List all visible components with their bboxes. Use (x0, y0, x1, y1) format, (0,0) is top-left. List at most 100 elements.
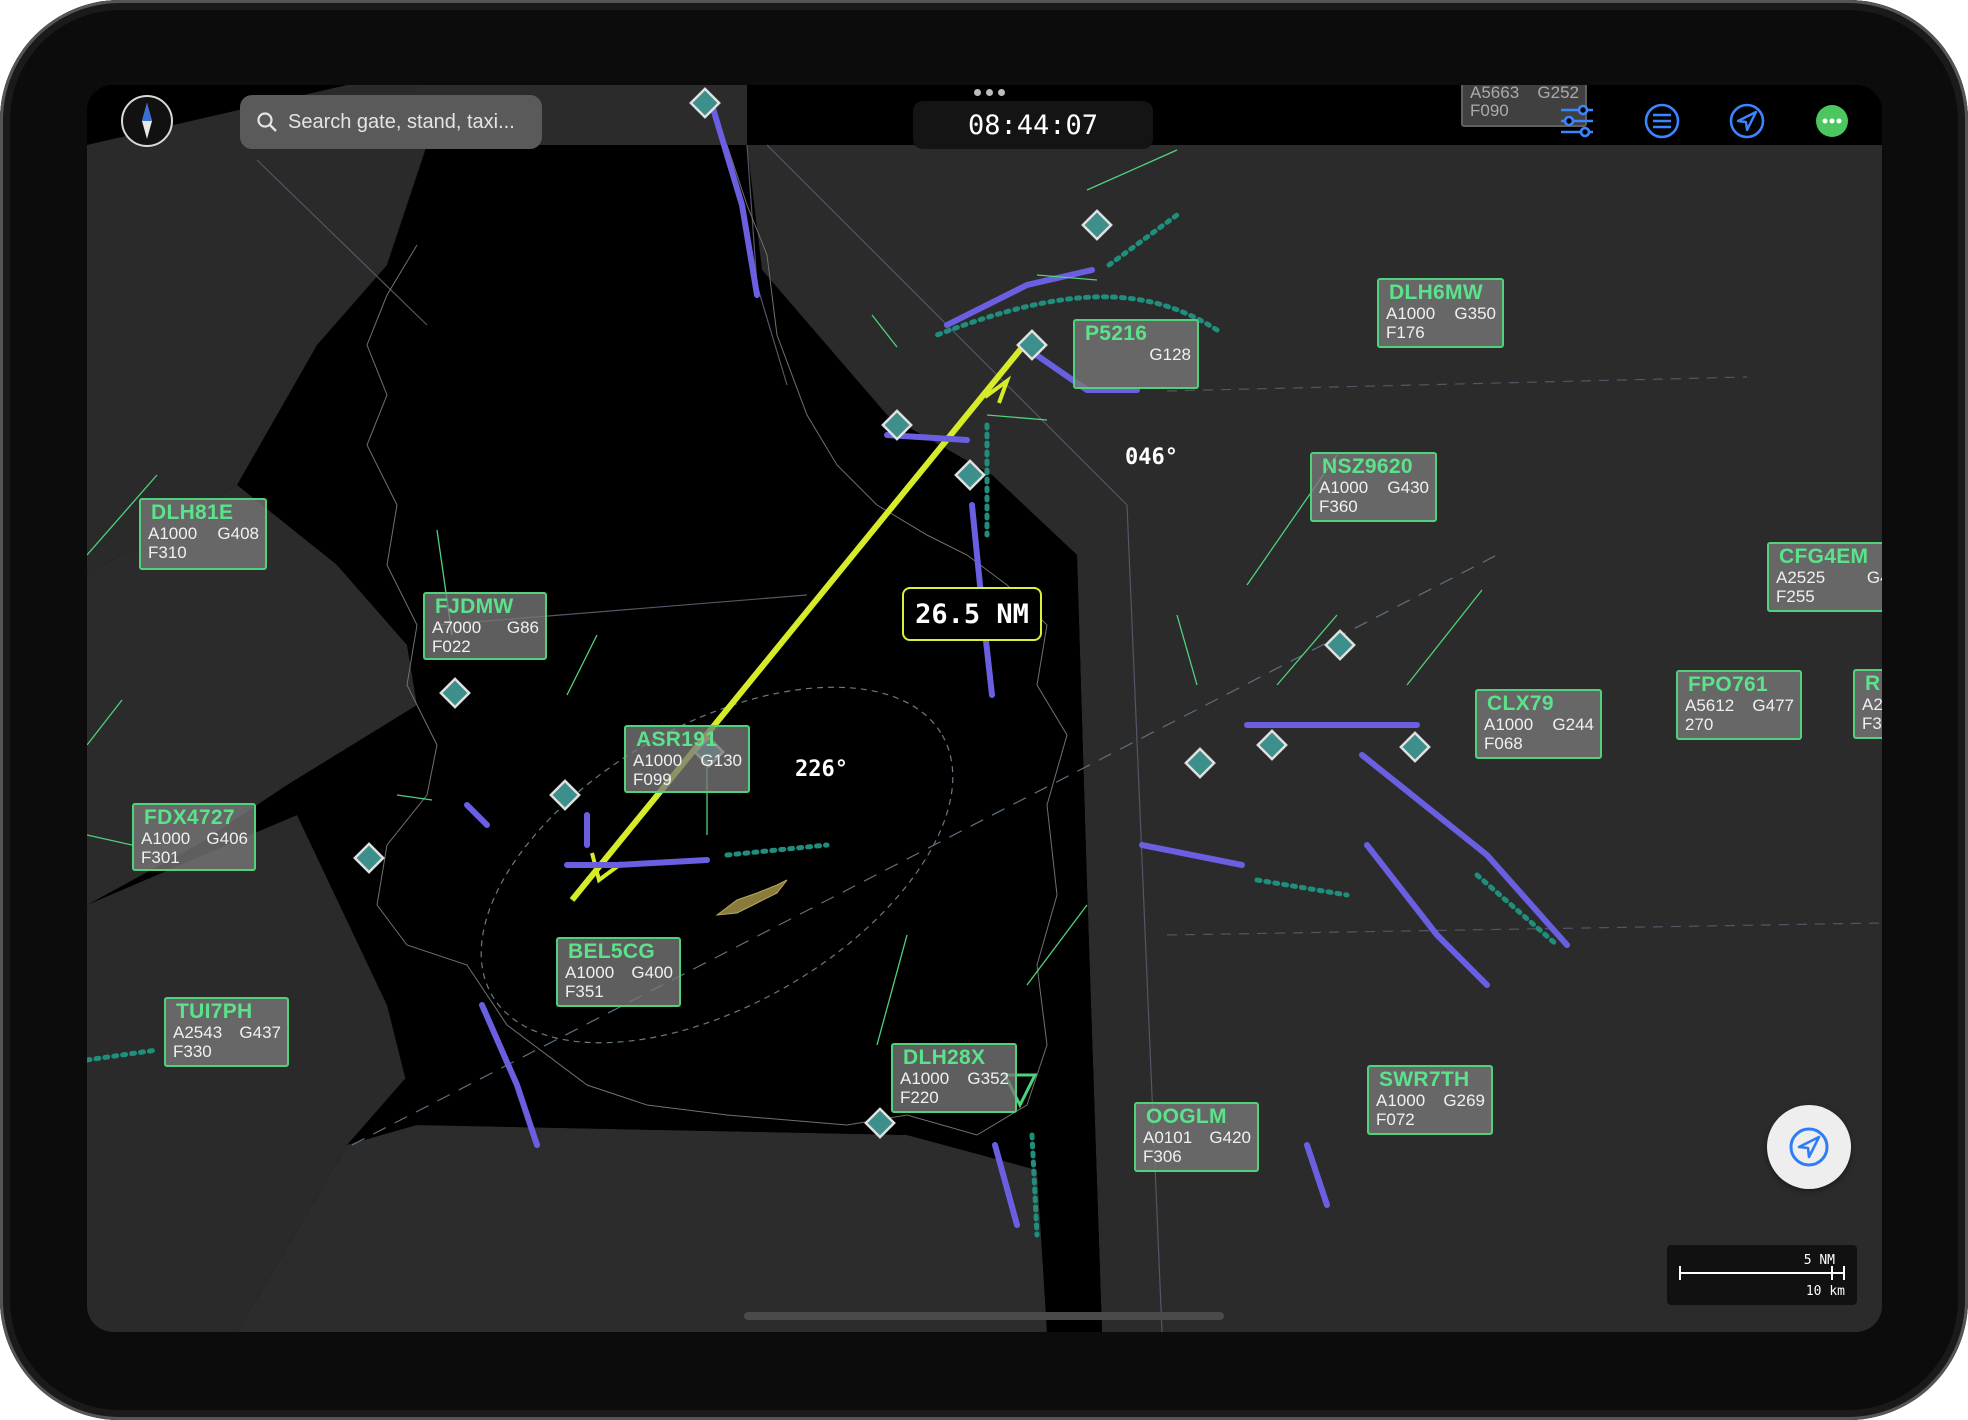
search-placeholder: Search gate, stand, taxi... (288, 110, 515, 133)
gate: G437 (239, 1023, 281, 1042)
flight-level: F220 (900, 1088, 939, 1107)
flight-level: 270 (1685, 715, 1714, 734)
altitude: A1000 (1484, 715, 1534, 734)
flight-level: F176 (1386, 323, 1425, 342)
gate: G130 (700, 751, 742, 770)
gate: G352 (967, 1069, 1009, 1088)
gate: G400 (631, 963, 673, 982)
altitude: A2543 (173, 1023, 223, 1042)
gate: G350 (1454, 304, 1496, 323)
flight-level: F360 (1319, 497, 1358, 516)
location-arrow-icon[interactable] (1725, 99, 1769, 143)
gate: G128 (1149, 345, 1191, 364)
gate: G430 (1387, 478, 1429, 497)
altitude: A1000 (900, 1069, 950, 1088)
aircraft-tag-p5216[interactable]: P5216 G128 (1073, 319, 1199, 389)
gate: G477 (1752, 696, 1794, 715)
callsign: FJDMW (435, 595, 514, 618)
gate: G269 (1443, 1091, 1485, 1110)
altitude: A2525 (1776, 568, 1826, 587)
callsign: FDX4727 (144, 806, 235, 829)
callsign: NSZ9620 (1322, 455, 1413, 478)
home-indicator[interactable] (744, 1312, 1224, 1320)
callsign: OOGLM (1146, 1105, 1227, 1128)
altitude: A1000 (141, 829, 191, 848)
gate: G86 (506, 618, 539, 637)
gate: G40 (1866, 568, 1882, 587)
callsign: ASR191 (636, 728, 718, 751)
radar-map[interactable] (87, 85, 1882, 1332)
flight-level: F3 (1862, 714, 1882, 733)
location-arrow-icon (1789, 1127, 1829, 1167)
flight-level: F255 (1776, 587, 1815, 606)
aircraft-tag-tui7ph[interactable]: TUI7PH A2543 G437 F330 (164, 997, 289, 1067)
filter-sliders-icon[interactable] (1555, 99, 1599, 143)
altitude: A1000 (565, 963, 615, 982)
aircraft-tag-nsz9620[interactable]: NSZ9620 A1000 G430 F360 (1310, 452, 1437, 522)
altitude: A1000 (1386, 304, 1436, 323)
flight-level: F310 (148, 543, 187, 562)
top-toolbar: Search gate, stand, taxi... 08:44:07 (87, 85, 1882, 161)
airspace-south (237, 1125, 1047, 1332)
gate: G406 (206, 829, 248, 848)
aircraft-tag-r-partial[interactable]: R A2 F3 (1853, 669, 1882, 739)
altitude: A5612 (1685, 696, 1735, 715)
flight-level: F330 (173, 1042, 212, 1061)
callsign: CLX79 (1487, 692, 1554, 715)
list-icon[interactable] (1640, 99, 1684, 143)
callsign: DLH81E (151, 501, 234, 524)
flight-level: F022 (432, 637, 471, 656)
compass-icon (142, 103, 152, 139)
altitude: A2 (1862, 695, 1882, 714)
multitask-dots[interactable] (969, 89, 1009, 101)
flight-level: F351 (565, 982, 604, 1001)
altitude: A1000 (1319, 478, 1369, 497)
altitude: A1000 (633, 751, 683, 770)
callsign: DLH28X (903, 1046, 986, 1069)
flight-level: F068 (1484, 734, 1523, 753)
screen: DLH81E A1000 G408 F310 FJDMW A7000 G86 F… (87, 85, 1882, 1332)
compass-button[interactable] (121, 95, 173, 147)
aircraft-tag-dlh28x[interactable]: DLH28X A1000 G352 F220 (891, 1043, 1017, 1113)
aircraft-tag-bel5cg[interactable]: BEL5CG A1000 G400 F351 (556, 937, 681, 1007)
search-icon (257, 112, 277, 132)
aircraft-tag-dlh81e[interactable]: DLH81E A1000 G408 F310 (139, 498, 267, 570)
flight-level: F301 (141, 848, 180, 867)
gate: G244 (1552, 715, 1594, 734)
flight-level: F099 (633, 770, 672, 789)
recenter-button[interactable] (1767, 1105, 1851, 1189)
callsign: BEL5CG (568, 940, 655, 963)
bearing-back-label: 226° (795, 757, 848, 782)
callsign: SWR7TH (1379, 1068, 1470, 1091)
callsign: TUI7PH (176, 1000, 253, 1023)
flight-level: F306 (1143, 1147, 1182, 1166)
aircraft-tag-clx79[interactable]: CLX79 A1000 G244 F068 (1475, 689, 1602, 759)
search-input[interactable]: Search gate, stand, taxi... (240, 95, 542, 149)
gate: G420 (1209, 1128, 1251, 1147)
aircraft-tag-fdx4727[interactable]: FDX4727 A1000 G406 F301 (132, 803, 256, 871)
distance-label: 26.5 NM (902, 587, 1042, 641)
map-scale: 5 NM 10 km (1667, 1245, 1857, 1305)
gate: G408 (217, 524, 259, 543)
aircraft-tag-asr191[interactable]: ASR191 A1000 G130 F099 (624, 725, 750, 793)
callsign: R (1865, 672, 1881, 695)
aircraft-tag-swr7th[interactable]: SWR7TH A1000 G269 F072 (1367, 1065, 1493, 1135)
flight-level: F072 (1376, 1110, 1415, 1129)
aircraft-tag-dlh6mw[interactable]: DLH6MW A1000 G350 F176 (1377, 278, 1504, 348)
callsign: CFG4EM (1779, 545, 1869, 568)
altitude: A7000 (432, 618, 482, 637)
aircraft-tag-fjdmw[interactable]: FJDMW A7000 G86 F022 (423, 592, 547, 660)
aircraft-tag-fpo761[interactable]: FPO761 A5612 G477 270 (1676, 670, 1802, 740)
clock-display: 08:44:07 (913, 101, 1153, 149)
altitude: A0101 (1143, 1128, 1193, 1147)
aircraft-tag-ooglm[interactable]: OOGLM A0101 G420 F306 (1134, 1102, 1259, 1172)
scale-km: 10 km (1805, 1284, 1845, 1299)
aircraft-tag-cfg4em[interactable]: CFG4EM A2525 G40 F255 (1767, 542, 1882, 612)
altitude: A1000 (1376, 1091, 1426, 1110)
callsign: DLH6MW (1389, 281, 1483, 304)
bearing-out-label: 046° (1125, 445, 1178, 470)
callsign: P5216 (1085, 322, 1148, 345)
callsign: FPO761 (1688, 673, 1769, 696)
more-icon[interactable] (1810, 99, 1854, 143)
altitude: A1000 (148, 524, 198, 543)
